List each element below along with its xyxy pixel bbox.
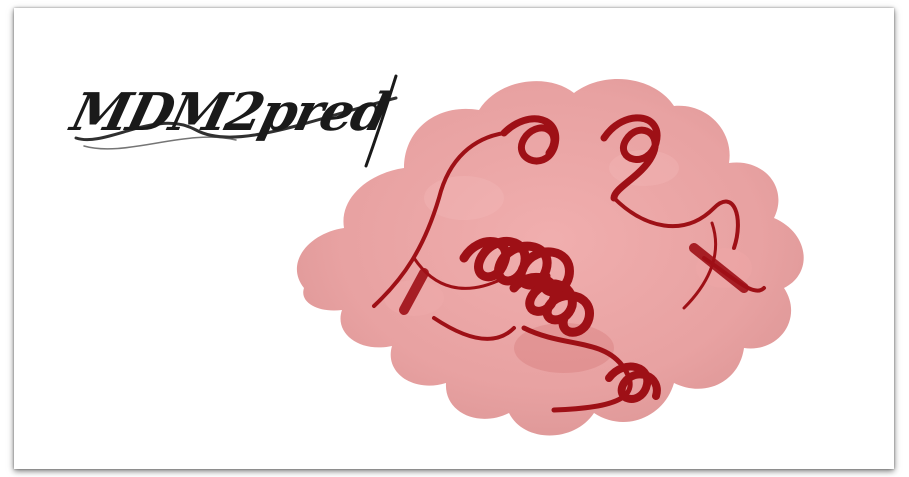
protein-structure-icon	[296, 78, 804, 436]
banner: MDM2pred	[14, 8, 894, 469]
